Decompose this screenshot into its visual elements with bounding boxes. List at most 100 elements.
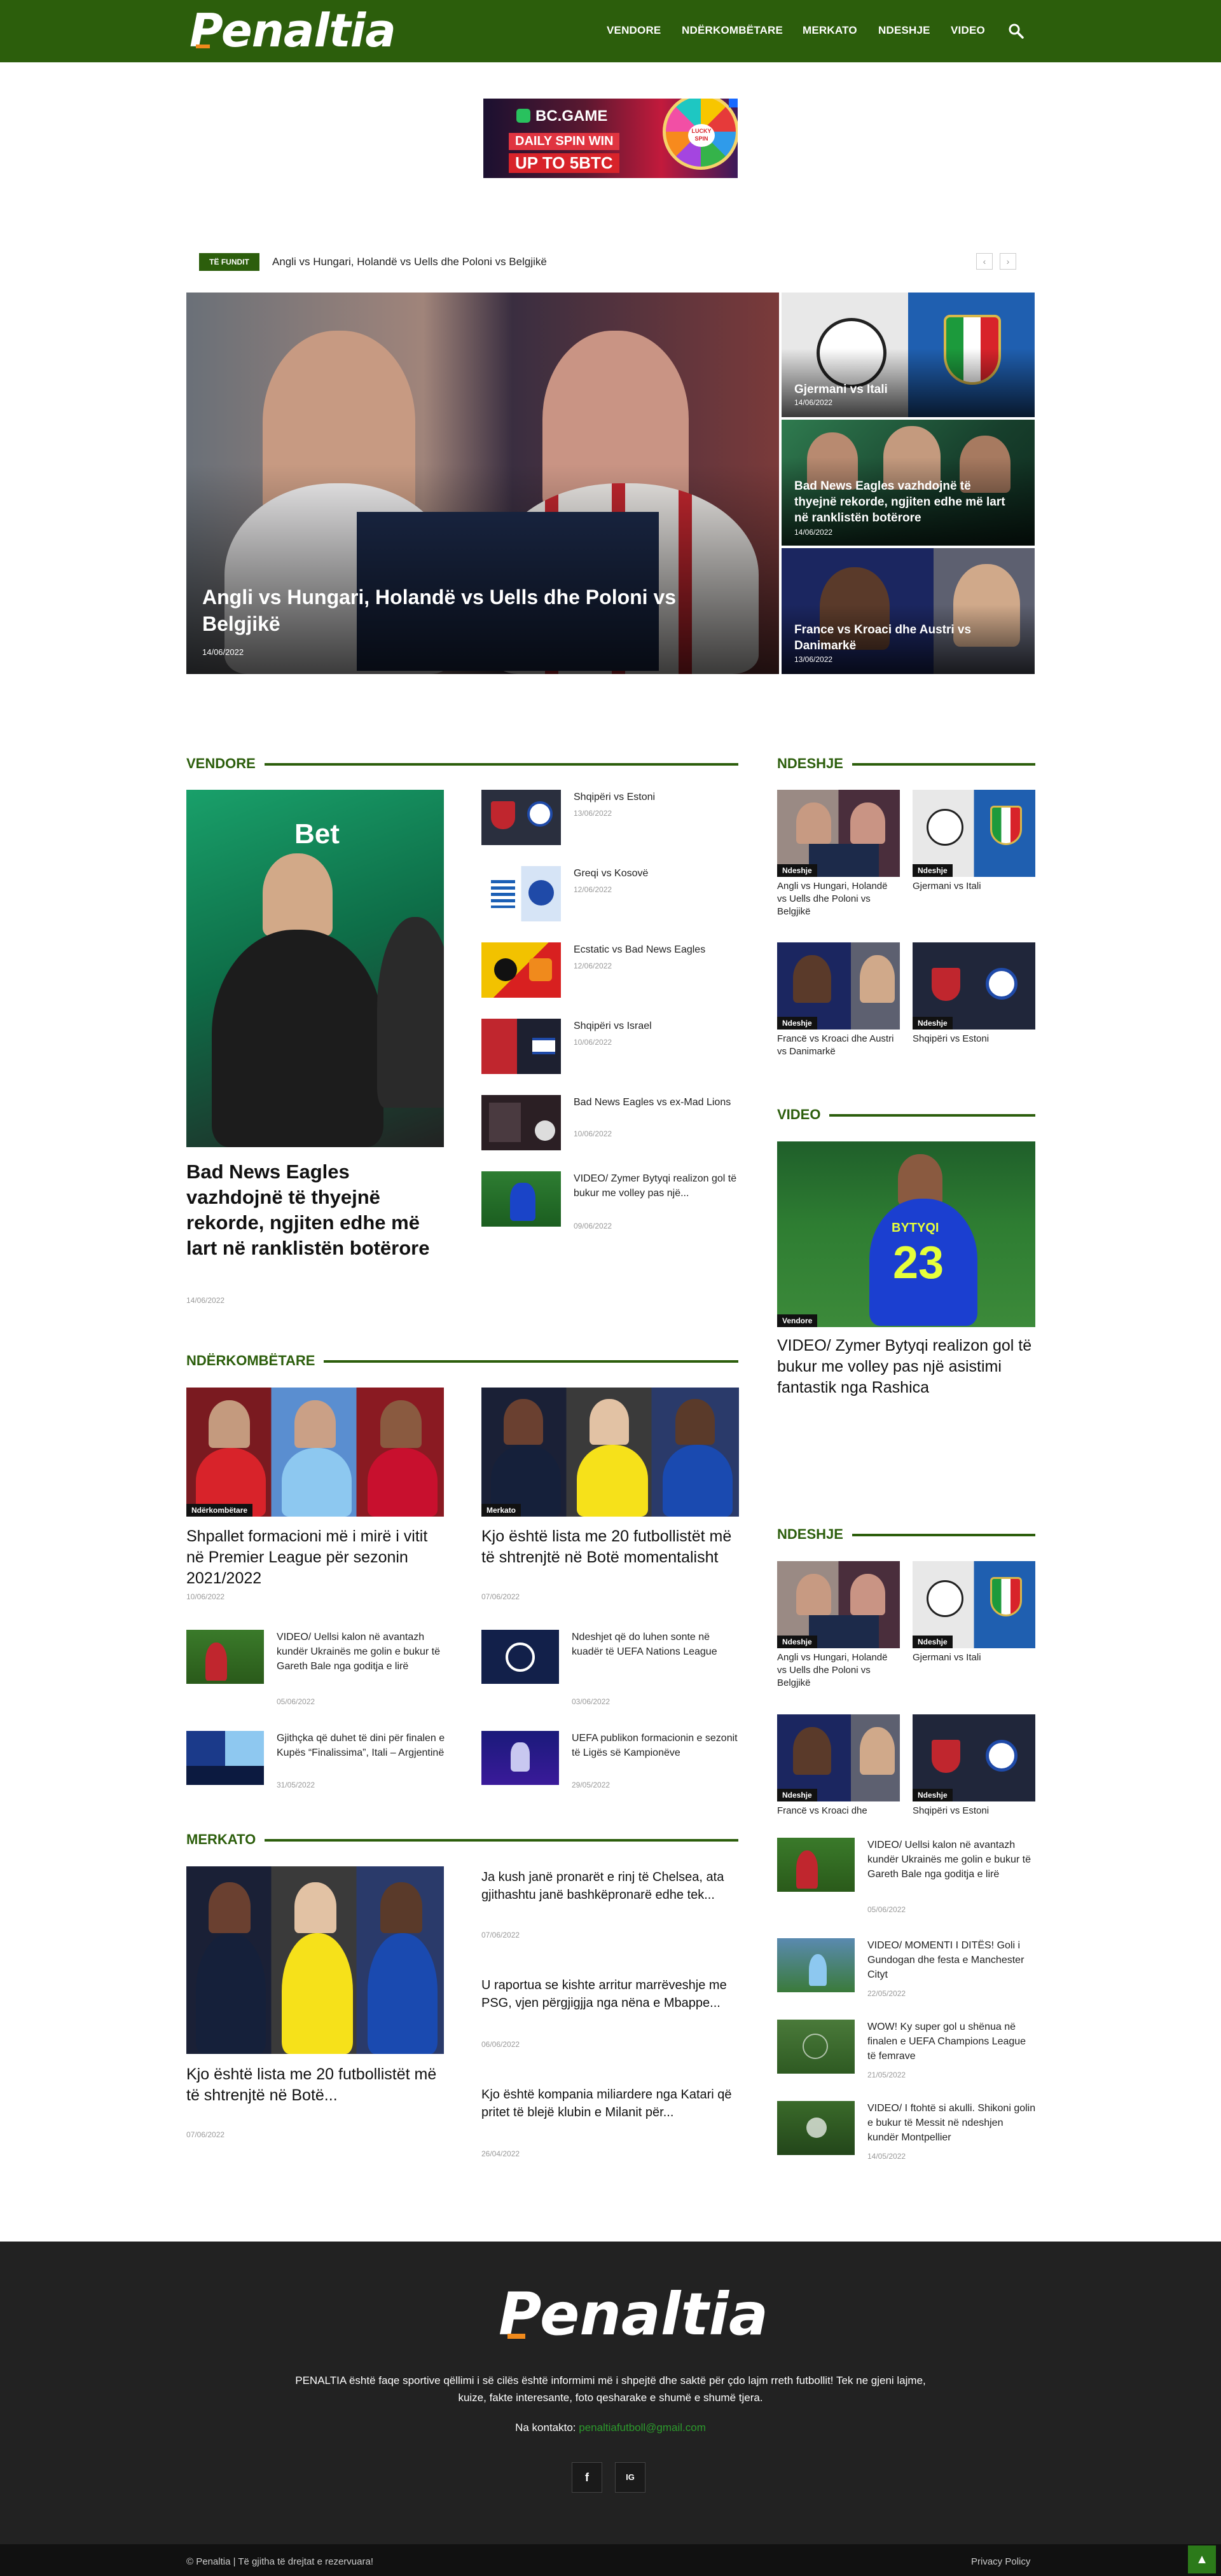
ndeshje-image-2[interactable]: Ndeshje <box>913 790 1035 877</box>
nderkombetare-list-image-1[interactable] <box>186 1630 264 1684</box>
facebook-icon[interactable]: f <box>572 2462 602 2493</box>
ndeshje2-image-1[interactable]: Ndeshje <box>777 1561 900 1648</box>
nderkombetare-list-title-3[interactable]: Gjithçka që duhet të dini për finalen e … <box>277 1731 445 1760</box>
vendore-main-image[interactable]: Bet <box>186 790 444 1147</box>
nderkombetare-list-image-3[interactable] <box>186 1731 264 1785</box>
nderkombetare-feature-title-2[interactable]: Kjo është lista me 20 futbollistët më të… <box>481 1526 739 1568</box>
nderkombetare-list-title-4[interactable]: UEFA publikon formacionin e sezonit të L… <box>572 1731 740 1760</box>
merkato-list-title-1[interactable]: Ja kush janë pronarët e rinj të Chelsea,… <box>481 1868 736 1904</box>
vendore-list-title-4[interactable]: Shqipëri vs Israel <box>574 1019 739 1033</box>
sidebar-video-image-3[interactable] <box>777 2020 855 2074</box>
ndeshje2-title-3[interactable]: Francë vs Kroaci dhe <box>777 1805 898 1817</box>
ndeshje-badge-3: Ndeshje <box>777 1017 817 1030</box>
sidebar-video-image-2[interactable] <box>777 1938 855 1992</box>
ndeshje2-title-1[interactable]: Angli vs Hungari, Holandë vs Uells dhe P… <box>777 1651 898 1690</box>
vendore-list-image-3[interactable] <box>481 942 561 998</box>
ndeshje-title-3[interactable]: Francë vs Kroaci dhe Austri vs Danimarkë <box>777 1033 898 1058</box>
sidebar-video-date-1: 05/06/2022 <box>867 1905 906 1914</box>
ndeshje-badge-4: Ndeshje <box>913 1017 953 1030</box>
nderkombetare-list-title-1[interactable]: VIDEO/ Uellsi kalon në avantazh kundër U… <box>277 1630 445 1674</box>
footer-logo[interactable]: Penaltia <box>499 2283 768 2346</box>
footer-bottom-bar <box>0 2544 1221 2576</box>
sidebar-video-image-1[interactable] <box>777 1838 855 1892</box>
video-main-image[interactable]: BYTYQI 23 Vendore <box>777 1141 1035 1327</box>
nderkombetare-feature-date-1: 10/06/2022 <box>186 1592 225 1601</box>
nderkombetare-list-title-2[interactable]: Ndeshjet që do luhen sonte në kuadër të … <box>572 1630 740 1659</box>
sidebar-video-title-3[interactable]: WOW! Ky super gol u shënua në finalen e … <box>867 2020 1036 2063</box>
nderkombetare-list-date-4: 29/05/2022 <box>572 1780 610 1789</box>
ticker-prev-icon[interactable]: ‹ <box>976 253 993 270</box>
ndeshje-title-2[interactable]: Gjermani vs Itali <box>913 880 1033 893</box>
sidebar-video-title-2[interactable]: VIDEO/ MOMENTI I DITËS! Goli i Gundogan … <box>867 1938 1036 1982</box>
ad-banner[interactable]: BC.GAME DAILY SPIN WIN UP TO 5BTC LUCKY … <box>483 99 738 178</box>
video-shirt-number: 23 <box>893 1237 944 1288</box>
arrow-up-icon[interactable]: ▲ <box>1188 2545 1216 2573</box>
nderkombetare-list-date-1: 05/06/2022 <box>277 1697 315 1706</box>
nav-ndeshje[interactable]: NDESHJE <box>878 24 930 37</box>
sidebar-video-title-4[interactable]: VIDEO/ I ftohtë si akulli. Shikoni golin… <box>867 2101 1036 2145</box>
vendore-list-image-5[interactable] <box>481 1095 561 1150</box>
privacy-policy-link[interactable]: Privacy Policy <box>971 2556 1030 2567</box>
ndeshje-badge-1: Ndeshje <box>777 864 817 877</box>
nderkombetare-list-image-4[interactable] <box>481 1731 559 1785</box>
vendore-list-title-6[interactable]: VIDEO/ Zymer Bytyqi realizon gol të buku… <box>574 1171 742 1201</box>
nav-vendore[interactable]: VENDORE <box>607 24 661 37</box>
ad-choices-icon[interactable] <box>729 99 738 107</box>
nav-video[interactable]: VIDEO <box>951 24 985 37</box>
vendore-list-image-1[interactable] <box>481 790 561 845</box>
merkato-list-date-1: 07/06/2022 <box>481 1931 520 1939</box>
vendore-list-image-2[interactable] <box>481 866 561 921</box>
merkato-main-image[interactable] <box>186 1866 444 2054</box>
ticker-next-icon[interactable]: › <box>1000 253 1016 270</box>
section-heading-ndeshje: NDESHJE <box>777 755 1035 775</box>
ndeshje-title-4[interactable]: Shqipëri vs Estoni <box>913 1033 1033 1045</box>
vendore-list-title-2[interactable]: Greqi vs Kosovë <box>574 866 739 881</box>
hero-main-title[interactable]: Angli vs Hungari, Holandë vs Uells dhe P… <box>202 584 698 637</box>
footer-contact-email[interactable]: penaltiafutboll@gmail.com <box>579 2421 706 2434</box>
nderkombetare-feature-image-1[interactable]: Ndërkombëtare <box>186 1388 444 1517</box>
ticker-headline[interactable]: Angli vs Hungari, Holandë vs Uells dhe P… <box>272 256 547 268</box>
hero-side-title-3[interactable]: France vs Kroaci dhe Austri vs Danimarkë <box>794 622 998 654</box>
nderkombetare-feature-badge-2: Merkato <box>481 1504 521 1517</box>
vendore-list-title-5[interactable]: Bad News Eagles vs ex-Mad Lions <box>574 1095 739 1110</box>
sidebar-video-image-4[interactable] <box>777 2101 855 2155</box>
vendore-list-title-1[interactable]: Shqipëri vs Estoni <box>574 790 739 804</box>
nav-merkato[interactable]: MERKATO <box>803 24 857 37</box>
ndeshje2-image-3[interactable]: Ndeshje <box>777 1714 900 1801</box>
ticker-badge: TË FUNDIT <box>199 253 259 271</box>
instagram-icon[interactable]: IG <box>615 2462 645 2493</box>
ndeshje-image-4[interactable]: Ndeshje <box>913 942 1035 1030</box>
ndeshje2-title-2[interactable]: Gjermani vs Itali <box>913 1651 1033 1664</box>
site-logo[interactable]: Penaltia <box>190 5 396 56</box>
sidebar-video-date-2: 22/05/2022 <box>867 1989 906 1998</box>
vendore-main-title[interactable]: Bad News Eagles vazhdojnë të thyejnë rek… <box>186 1159 444 1261</box>
ndeshje2-title-4[interactable]: Shqipëri vs Estoni <box>913 1805 1033 1817</box>
vendore-list-date-3: 12/06/2022 <box>574 961 612 970</box>
ndeshje-image-1[interactable]: Ndeshje <box>777 790 900 877</box>
merkato-list-title-2[interactable]: U raportua se kishte arritur marrëveshje… <box>481 1976 736 2012</box>
ndeshje-title-1[interactable]: Angli vs Hungari, Holandë vs Uells dhe P… <box>777 880 898 918</box>
vendore-list-image-6[interactable] <box>481 1171 561 1227</box>
video-shirt-name: BYTYQI <box>892 1221 939 1235</box>
nderkombetare-feature-date-2: 07/06/2022 <box>481 1592 520 1601</box>
sidebar-video-title-1[interactable]: VIDEO/ Uellsi kalon në avantazh kundër U… <box>867 1838 1036 1882</box>
vendore-list-title-3[interactable]: Ecstatic vs Bad News Eagles <box>574 942 739 957</box>
merkato-main-title[interactable]: Kjo është lista me 20 futbollistët më të… <box>186 2064 444 2106</box>
nderkombetare-feature-image-2[interactable]: Merkato <box>481 1388 739 1517</box>
hero-side-title-2[interactable]: Bad News Eagles vazhdojnë të thyejnë rek… <box>794 478 1007 526</box>
ndeshje-image-3[interactable]: Ndeshje <box>777 942 900 1030</box>
vendore-list-date-5: 10/06/2022 <box>574 1129 612 1138</box>
ad-wheel-label: LUCKY SPIN <box>688 124 715 147</box>
nderkombetare-feature-title-1[interactable]: Shpallet formacioni më i mirë i vitit në… <box>186 1526 444 1589</box>
nderkombetare-list-image-2[interactable] <box>481 1630 559 1684</box>
video-main-title[interactable]: VIDEO/ Zymer Bytyqi realizon gol të buku… <box>777 1335 1035 1398</box>
ndeshje2-image-4[interactable]: Ndeshje <box>913 1714 1035 1801</box>
merkato-list-title-3[interactable]: Kjo është kompania miliardere nga Katari… <box>481 2086 736 2121</box>
nav-nderkombetare[interactable]: NDËRKOMBËTARE <box>682 24 783 37</box>
ndeshje2-image-2[interactable]: Ndeshje <box>913 1561 1035 1648</box>
search-icon[interactable] <box>1008 23 1024 39</box>
hero-side-date-1: 14/06/2022 <box>794 398 833 407</box>
nderkombetare-feature-badge-1: Ndërkombëtare <box>186 1504 253 1517</box>
hero-side-title-1[interactable]: Gjermani vs Itali <box>794 382 1023 397</box>
vendore-list-image-4[interactable] <box>481 1019 561 1074</box>
